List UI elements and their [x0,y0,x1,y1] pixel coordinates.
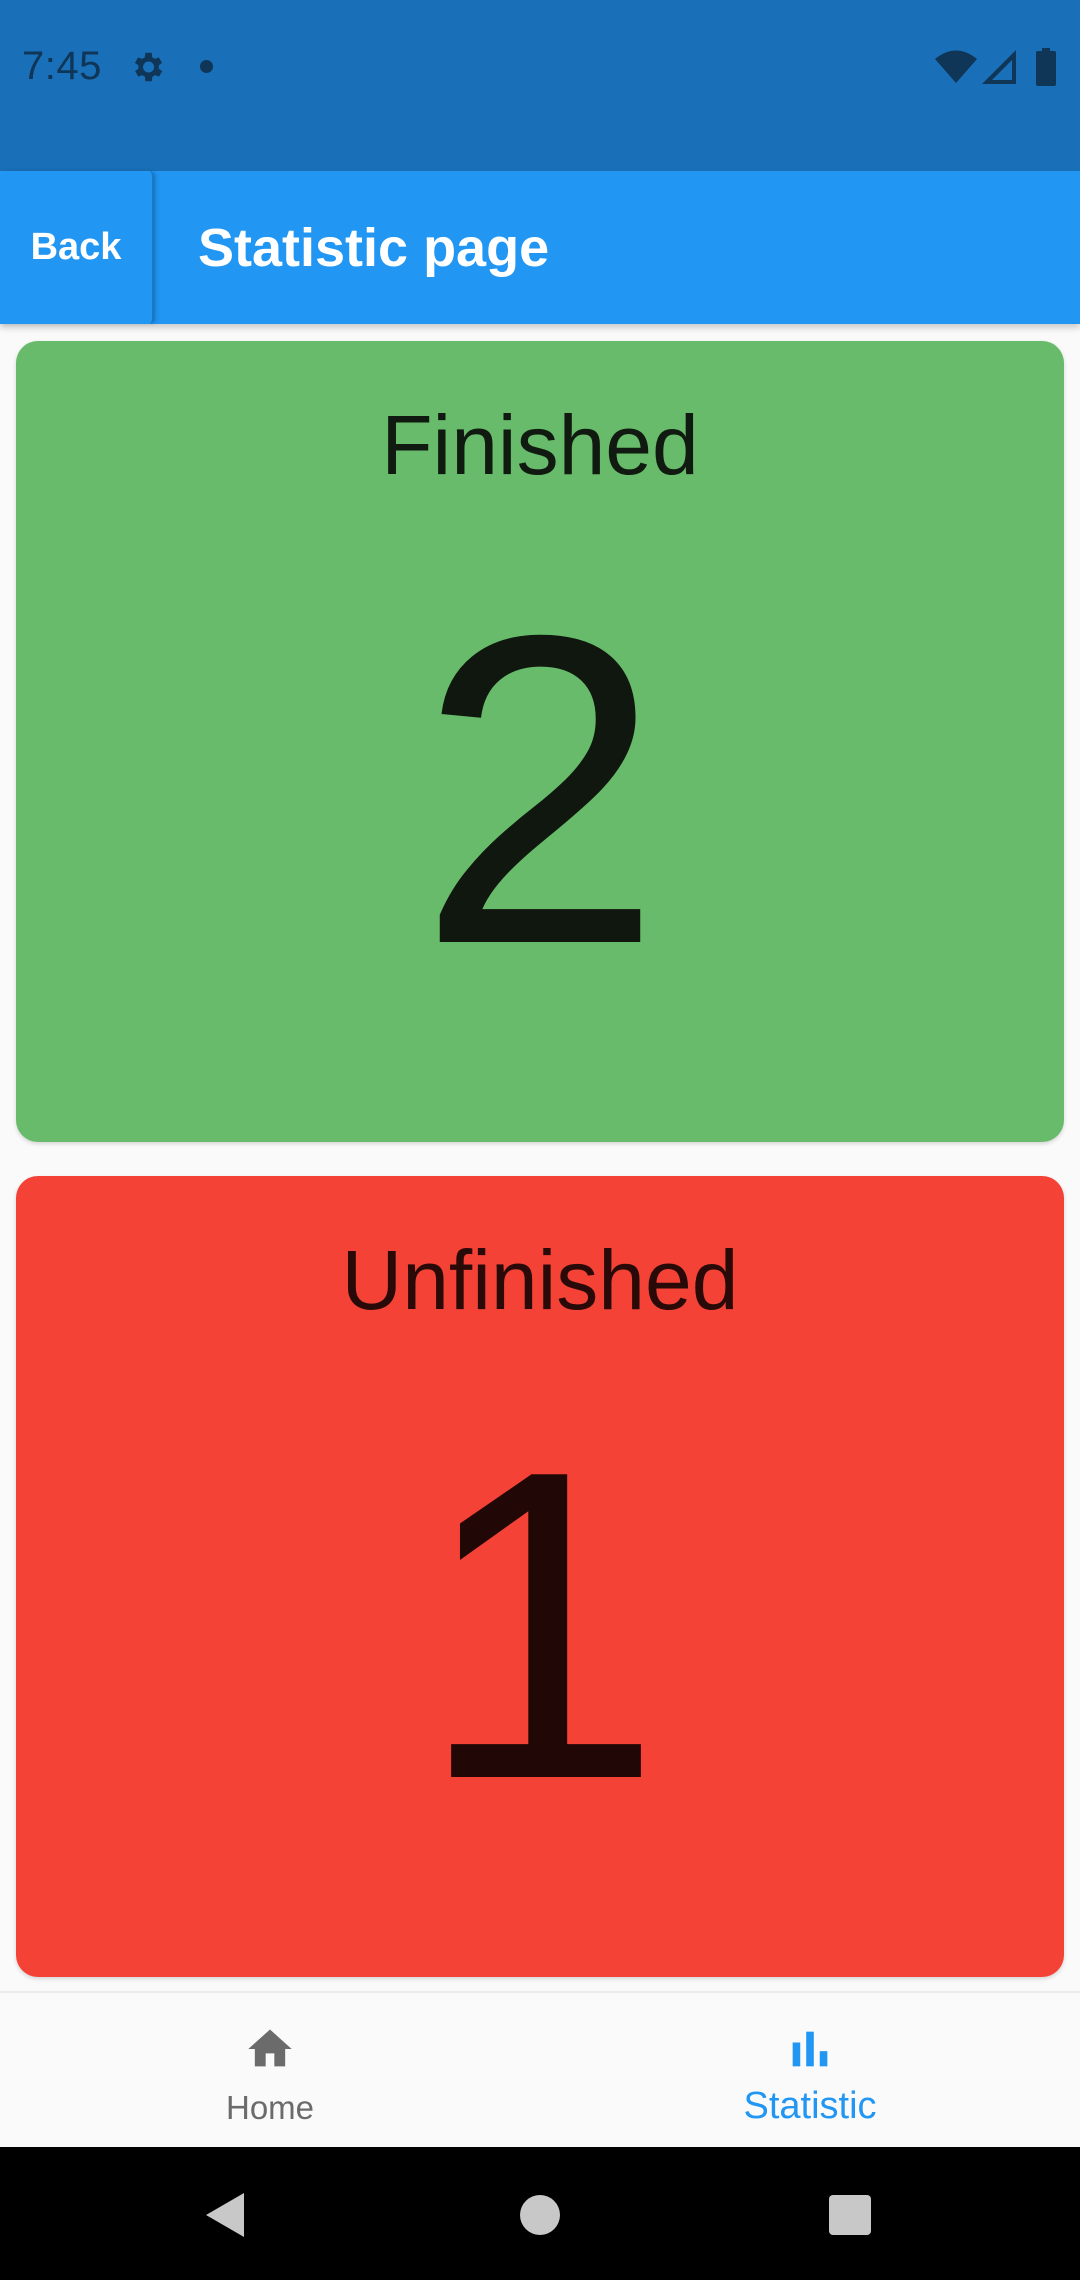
status-time: 7:45 [22,44,102,88]
wifi-icon [935,50,977,83]
finished-label: Finished [381,398,699,492]
finished-count: 2 [417,545,663,1036]
nav-label-home: Home [225,2089,315,2126]
app-bar: Back Statistic page [0,171,1080,324]
back-button[interactable]: Back [0,171,155,324]
unfinished-card: Unfinished 1 [16,1176,1064,1977]
unfinished-label: Unfinished [341,1233,739,1327]
gear-icon [134,52,163,82]
home-icon [248,2029,292,2067]
notification-dot-icon [200,60,213,73]
system-navigation-bar [0,2147,1080,2280]
system-recents-icon[interactable] [829,2195,871,2235]
battery-icon [1036,48,1056,86]
page-title: Statistic page [198,217,550,278]
bar-chart-icon [792,2031,828,2067]
system-home-icon[interactable] [520,2195,560,2235]
nav-item-statistic[interactable]: Statistic [540,1993,1080,2149]
system-back-icon[interactable] [204,2191,248,2239]
status-bar: 7:45 [0,0,1080,171]
signal-icon [982,50,1016,84]
bottom-nav: Home Statistic [0,1991,1080,2149]
finished-card: Finished 2 [16,341,1064,1142]
nav-label-statistic: Statistic [743,2085,877,2127]
nav-item-home[interactable]: Home [0,1993,540,2149]
unfinished-count: 1 [417,1380,663,1871]
